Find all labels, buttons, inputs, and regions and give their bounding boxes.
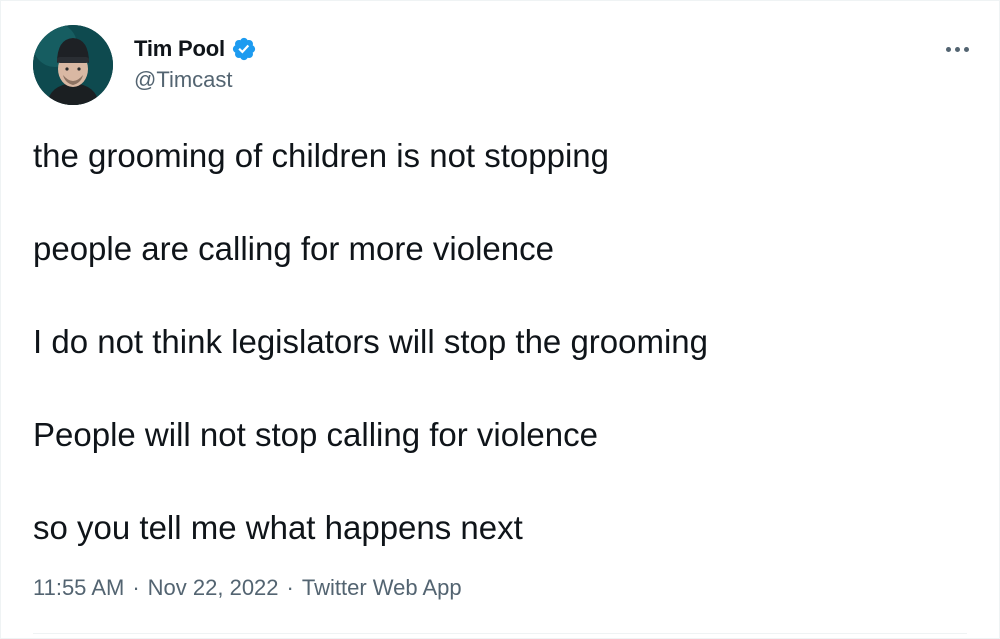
tweet-card: Tim Pool @Timcast the grooming of childr… [0,0,1000,639]
verified-badge-icon [231,36,257,62]
tweet-text: the grooming of children is not stopping… [33,133,963,551]
author-name-row[interactable]: Tim Pool [134,35,257,63]
more-options-button[interactable] [937,37,977,61]
tweet-time[interactable]: 11:55 AM [33,575,124,601]
tweet-date[interactable]: Nov 22, 2022 [148,575,279,601]
tweet-source[interactable]: Twitter Web App [302,575,462,601]
tweet-line: I do not think legislators will stop the… [33,323,709,360]
meta-separator: · [286,575,294,600]
avatar[interactable] [33,25,113,105]
divider [33,633,967,634]
more-horizontal-icon [963,46,969,52]
tweet-line: the grooming of children is not stopping [33,137,610,174]
meta-separator: · [132,575,140,600]
more-horizontal-icon [954,46,960,52]
more-horizontal-icon [945,46,951,52]
tweet-line: so you tell me what happens next [33,509,523,546]
tweet-line: people are calling for more violence [33,230,554,267]
author-display-name[interactable]: Tim Pool [134,36,225,62]
author-handle[interactable]: @Timcast [134,67,233,93]
tweet-metadata: 11:55 AM · Nov 22, 2022 · Twitter Web Ap… [33,575,462,601]
tweet-line: People will not stop calling for violenc… [33,416,598,453]
avatar-image [33,25,113,105]
